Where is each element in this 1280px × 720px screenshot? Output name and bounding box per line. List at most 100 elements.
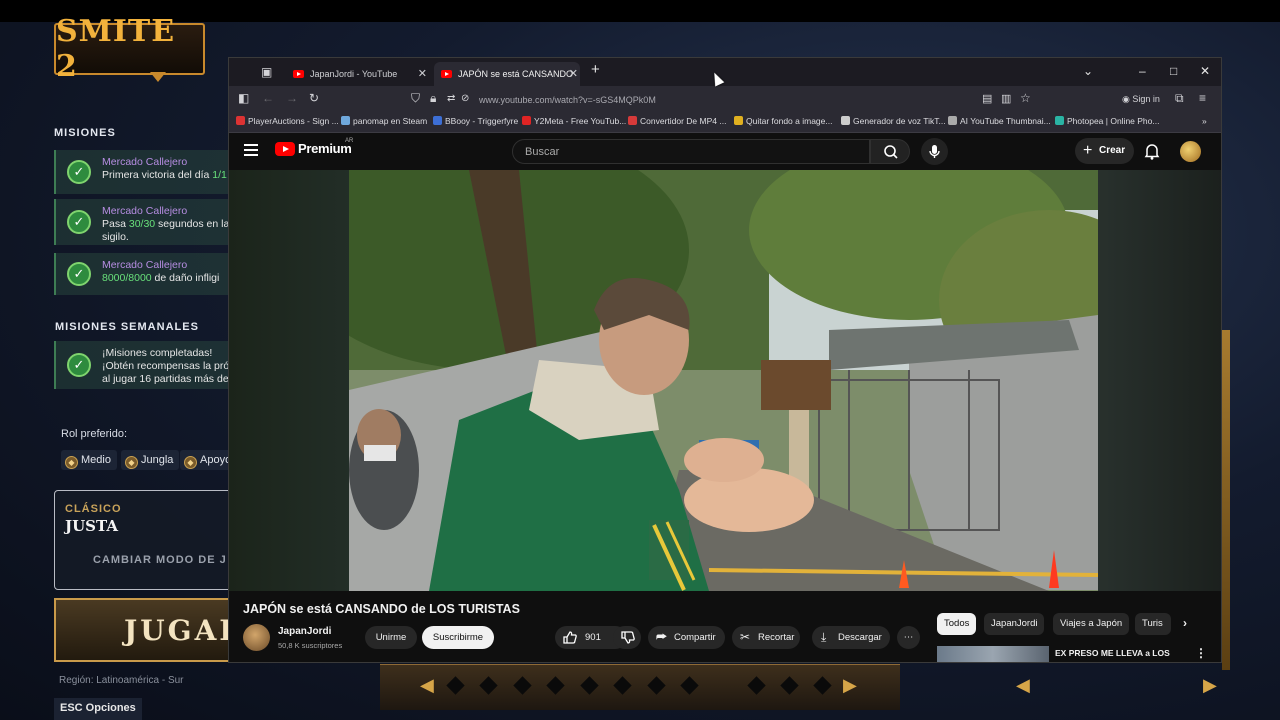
youtube-brand[interactable]: Premium [298, 141, 352, 156]
bookmark-item[interactable]: Convertidor De MP4 ... [628, 116, 726, 126]
hamburger-menu-icon[interactable] [244, 144, 258, 156]
change-mode-button[interactable]: CAMBIAR MODO DE J [93, 554, 227, 566]
tab-channel[interactable]: JapanJordi - YouTube ✕ [286, 62, 429, 86]
chip-channel[interactable]: JapanJordi [984, 613, 1045, 635]
bookmarks-bar: PlayerAuctions - Sign ... panomap en Ste… [229, 113, 1221, 133]
bookmark-item[interactable]: PlayerAuctions - Sign ... [236, 116, 339, 126]
recommended-thumbnail[interactable] [937, 646, 1049, 662]
bookmark-favicon-icon [236, 116, 245, 125]
mission-item[interactable]: ✓ Mercado Callejero 8000/8000 de daño in… [54, 253, 234, 295]
permissions-icon[interactable]: ⇄ [447, 93, 455, 104]
tab-list-icon[interactable]: ▣ [261, 65, 272, 79]
bookmark-item[interactable]: BBooy - Triggerfyre [433, 116, 518, 126]
avatar[interactable] [1180, 141, 1201, 162]
translate-icon[interactable]: ▤ [982, 92, 992, 105]
bell-icon[interactable] [1144, 143, 1160, 160]
tab-video[interactable]: JAPÓN se está CANSANDO ✕ [434, 62, 580, 86]
extensions-icon[interactable]: ⧉ [1175, 91, 1184, 106]
chevron-right-icon[interactable]: ▶ [843, 675, 857, 696]
join-button[interactable]: Unirme [365, 626, 417, 649]
bookmark-item[interactable]: AI YouTube Thumbnai... [948, 116, 1051, 126]
back-icon[interactable]: ← [262, 91, 274, 105]
chip-todos[interactable]: Todos [937, 613, 977, 635]
browser-window: ▣ JapanJordi - YouTube ✕ JAPÓN se está C… [228, 57, 1222, 663]
bookmark-favicon-icon [948, 116, 957, 125]
logo-tip [150, 72, 166, 82]
chevron-left-icon[interactable]: ◀ [1016, 675, 1030, 696]
search-input[interactable]: Buscar [512, 139, 870, 164]
video-player[interactable] [349, 170, 1098, 591]
dislike-button[interactable] [613, 626, 641, 649]
mission-desc: 8000/8000 de daño infligi [102, 272, 220, 284]
game-mode-box[interactable]: CLÁSICO JUSTA CAMBIAR MODO DE J [54, 490, 234, 590]
sidebar-icon[interactable]: ◧ [238, 91, 249, 105]
minimize-icon[interactable]: – [1139, 64, 1146, 78]
weekly-line-3: al jugar 16 partidas más de [102, 373, 229, 385]
play-button[interactable]: JUGAR [54, 598, 243, 662]
check-icon: ✓ [67, 262, 91, 286]
tab-strip: ▣ JapanJordi - YouTube ✕ JAPÓN se está C… [229, 58, 1221, 86]
bookmark-favicon-icon [1055, 116, 1064, 125]
video-title: JAPÓN se está CANSANDO de LOS TURISTAS [243, 602, 520, 616]
address-bar[interactable]: www.youtube.com/watch?v=-sGS4MQPk0M [479, 95, 656, 105]
more-vertical-icon[interactable]: ⋮ [1195, 646, 1207, 660]
bookmark-item[interactable]: Photopea | Online Pho... [1055, 116, 1159, 126]
mode-title: JUSTA [65, 517, 118, 535]
subscribe-button[interactable]: Suscribirme [422, 626, 494, 649]
missions-title: MISIONES [54, 127, 116, 139]
shield-icon[interactable]: ⛉ [411, 91, 420, 106]
mission-title: Mercado Callejero [102, 205, 188, 217]
channel-avatar[interactable] [243, 624, 270, 651]
chevron-right-icon[interactable]: ▶ [1203, 675, 1217, 696]
role-chip-jungla[interactable]: ◆ Jungla [121, 450, 180, 470]
download-button[interactable]: ⤓ Descargar [812, 626, 890, 649]
bookmark-favicon-icon [841, 116, 850, 125]
clip-button[interactable]: ✂ Recortar [732, 626, 800, 649]
youtube-logo-icon[interactable] [275, 142, 295, 156]
reload-icon[interactable]: ↻ [309, 91, 319, 105]
close-window-icon[interactable]: ✕ [1200, 64, 1210, 78]
voice-search-button[interactable] [921, 138, 948, 165]
chevron-down-icon[interactable]: ⌄ [1083, 64, 1093, 78]
mission-item[interactable]: ✓ Mercado Callejero Pasa 30/30 segundos … [54, 199, 234, 245]
bookmark-favicon-icon [522, 116, 531, 125]
role-chip-medio[interactable]: ◆ Medio [61, 450, 117, 470]
share-button[interactable]: ⮫ Compartir [648, 626, 725, 649]
mission-title: Mercado Callejero [102, 259, 188, 271]
region-label: Región: Latinoamérica - Sur [59, 675, 184, 686]
reader-icon[interactable]: ▥ [1001, 92, 1011, 105]
menu-icon[interactable]: ≡ [1199, 91, 1206, 105]
weekly-line-2: ¡Obtén recompensas la pró [102, 360, 230, 372]
bookmark-item[interactable]: Y2Meta - Free YouTub... [522, 116, 626, 126]
bookmark-star-icon[interactable]: ☆ [1020, 91, 1031, 105]
maximize-icon[interactable]: □ [1170, 64, 1177, 78]
bookmark-favicon-icon [734, 116, 743, 125]
bookmark-item[interactable]: Generador de voz TikT... [841, 116, 946, 126]
video-frame [349, 170, 1098, 591]
nav-bar: ◧ ← → ↻ ⛉ 🔒︎ ⇄ ⊘ www.youtube.com/watch?v… [229, 86, 1221, 113]
close-icon[interactable]: ✕ [569, 62, 578, 86]
chip-tourism[interactable]: Turis [1135, 613, 1171, 635]
sign-in-button[interactable]: ◉ Sign in [1122, 94, 1160, 105]
esc-options-button[interactable]: ESC Opciones [54, 698, 142, 720]
search-button[interactable] [870, 139, 910, 164]
microphone-icon [929, 145, 940, 158]
chevron-left-icon[interactable]: ◀ [420, 675, 434, 696]
youtube-header: Premium AR Buscar + Crear [229, 133, 1221, 170]
lock-icon: 🔒︎ [430, 91, 437, 105]
recommended-title[interactable]: EX PRESO ME LLEVA a LOS BARRIOS SIN LEY … [1055, 647, 1195, 662]
more-actions-button[interactable]: ⋯ [897, 626, 920, 649]
forward-icon[interactable]: → [286, 91, 298, 105]
bookmark-item[interactable]: panomap en Steam [341, 116, 427, 126]
more-bookmarks-icon[interactable]: » [1202, 116, 1207, 126]
tracking-icon[interactable]: ⊘ [461, 93, 469, 104]
close-icon[interactable]: ✕ [418, 62, 427, 86]
channel-name[interactable]: JapanJordi [278, 626, 331, 637]
chevron-right-icon[interactable]: › [1183, 616, 1187, 630]
create-button[interactable]: + Crear [1075, 138, 1134, 164]
chip-travel[interactable]: Viajes a Japón [1053, 613, 1130, 635]
weekly-mission-item[interactable]: ✓ ¡Misiones completadas! ¡Obtén recompen… [54, 341, 234, 389]
mission-item[interactable]: ✓ Mercado Callejero Primera victoria del… [54, 150, 234, 194]
bookmark-item[interactable]: Quitar fondo a image... [734, 116, 832, 126]
new-tab-icon[interactable]: + [591, 61, 600, 78]
